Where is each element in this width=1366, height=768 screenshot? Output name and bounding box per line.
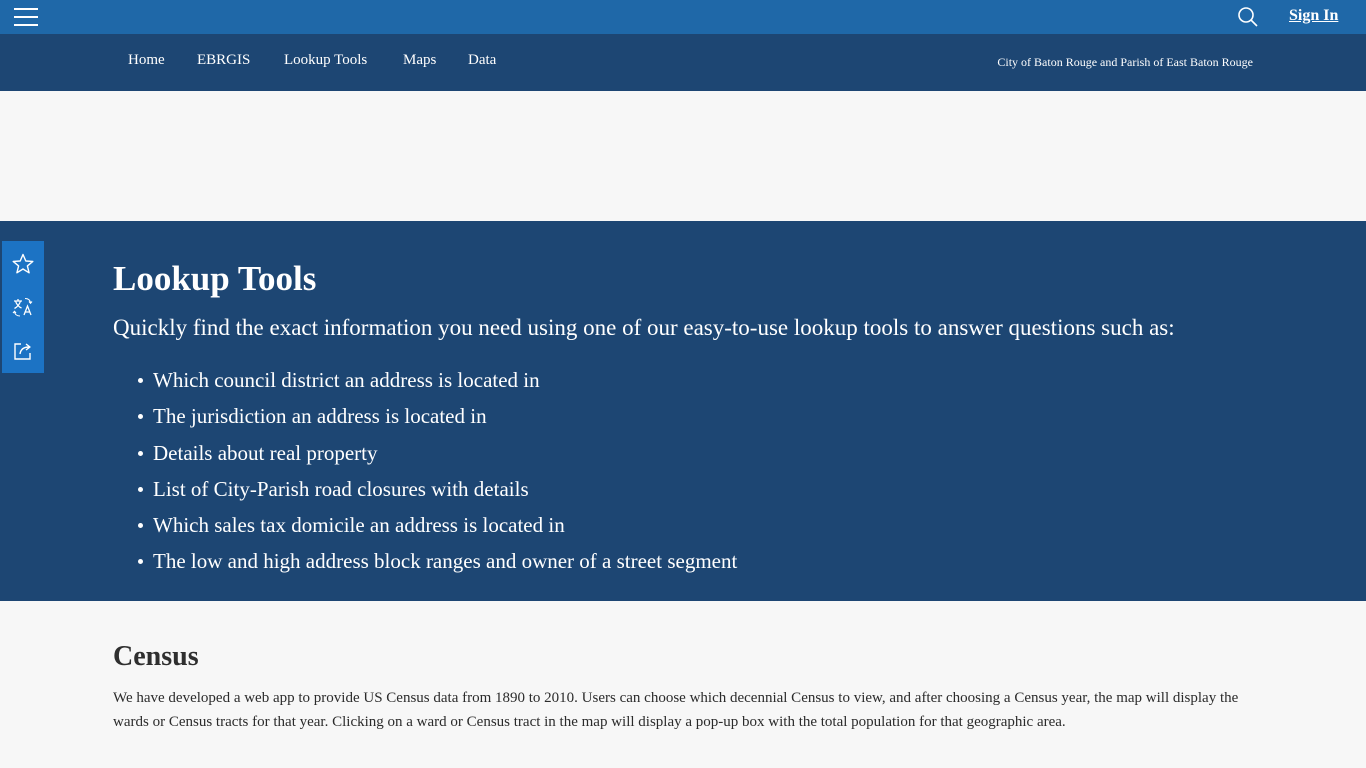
- census-section: Census We have developed a web app to pr…: [113, 640, 1253, 734]
- lookup-tools-list: Which council district an address is loc…: [137, 366, 737, 584]
- hamburger-menu-icon[interactable]: [14, 6, 38, 28]
- list-item: Which sales tax domicile an address is l…: [137, 511, 737, 547]
- translate-icon[interactable]: [11, 295, 35, 319]
- section-title: Lookup Tools: [113, 259, 317, 298]
- nav-item-ebrgis[interactable]: EBRGIS: [197, 52, 250, 69]
- list-item: Details about real property: [137, 439, 737, 475]
- main-navigation: Home EBRGIS Lookup Tools Maps Data City …: [0, 34, 1366, 91]
- share-icon[interactable]: [11, 339, 35, 363]
- nav-item-maps[interactable]: Maps: [403, 52, 436, 69]
- section-lead: Quickly find the exact information you n…: [113, 315, 1175, 340]
- nav-item-home[interactable]: Home: [128, 52, 165, 69]
- banner-area: [0, 91, 1366, 221]
- nav-item-lookup-tools[interactable]: Lookup Tools: [284, 52, 367, 69]
- sign-in-link[interactable]: Sign In: [1289, 7, 1338, 25]
- census-title: Census: [113, 641, 199, 672]
- list-item: The low and high address block ranges an…: [137, 547, 737, 583]
- side-toolbar: [2, 241, 44, 373]
- star-icon[interactable]: [11, 252, 35, 276]
- search-icon[interactable]: [1237, 6, 1259, 28]
- nav-item-data[interactable]: Data: [468, 52, 496, 69]
- list-item: Which council district an address is loc…: [137, 366, 737, 402]
- site-name: City of Baton Rouge and Parish of East B…: [997, 55, 1253, 69]
- list-item: The jurisdiction an address is located i…: [137, 402, 737, 438]
- list-item: List of City-Parish road closures with d…: [137, 475, 737, 511]
- top-bar: Sign In: [0, 0, 1366, 34]
- lookup-tools-section: Lookup Tools Quickly find the exact info…: [0, 221, 1366, 601]
- census-description: We have developed a web app to provide U…: [113, 690, 1239, 730]
